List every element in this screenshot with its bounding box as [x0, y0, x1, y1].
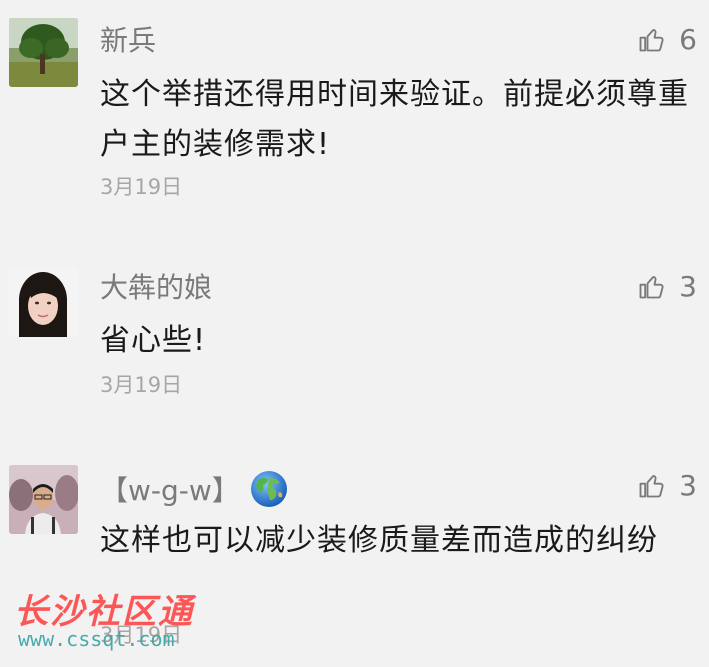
avatar[interactable] [9, 18, 78, 87]
like-count: 6 [679, 23, 697, 56]
comment-text: 省心些! [100, 323, 207, 358]
comment-date: 3月19日 [100, 623, 183, 647]
comment-author[interactable]: 【w-g-w】 [100, 470, 288, 509]
comment-text: 这样也可以减少装修质量差而造成的纠纷 [100, 523, 658, 558]
like-count: 3 [679, 270, 697, 303]
like-button[interactable]: 6 [637, 22, 697, 58]
tree-landscape-icon [9, 18, 78, 87]
globe-icon [250, 470, 288, 508]
author-name-text: 【w-g-w】 [100, 474, 240, 507]
man-portrait-icon [9, 465, 78, 534]
woman-portrait-icon [9, 268, 78, 337]
comment-date: 3月19日 [100, 175, 183, 199]
like-button[interactable]: 3 [637, 269, 697, 305]
thumbs-up-icon [639, 276, 664, 299]
comment-text: 这个举措还得用时间来验证。前提必须尊重户主的装修需求! [100, 77, 689, 162]
like-button[interactable]: 3 [637, 468, 697, 504]
thumbs-up-icon [639, 29, 664, 52]
avatar[interactable] [9, 268, 78, 337]
avatar[interactable] [9, 465, 78, 534]
like-count: 3 [679, 469, 697, 502]
comment-author[interactable]: 新兵 [100, 23, 156, 59]
comment-date: 3月19日 [100, 373, 183, 397]
thumbs-up-icon [639, 475, 664, 498]
comment-author[interactable]: 大犇的娘 [100, 270, 212, 306]
